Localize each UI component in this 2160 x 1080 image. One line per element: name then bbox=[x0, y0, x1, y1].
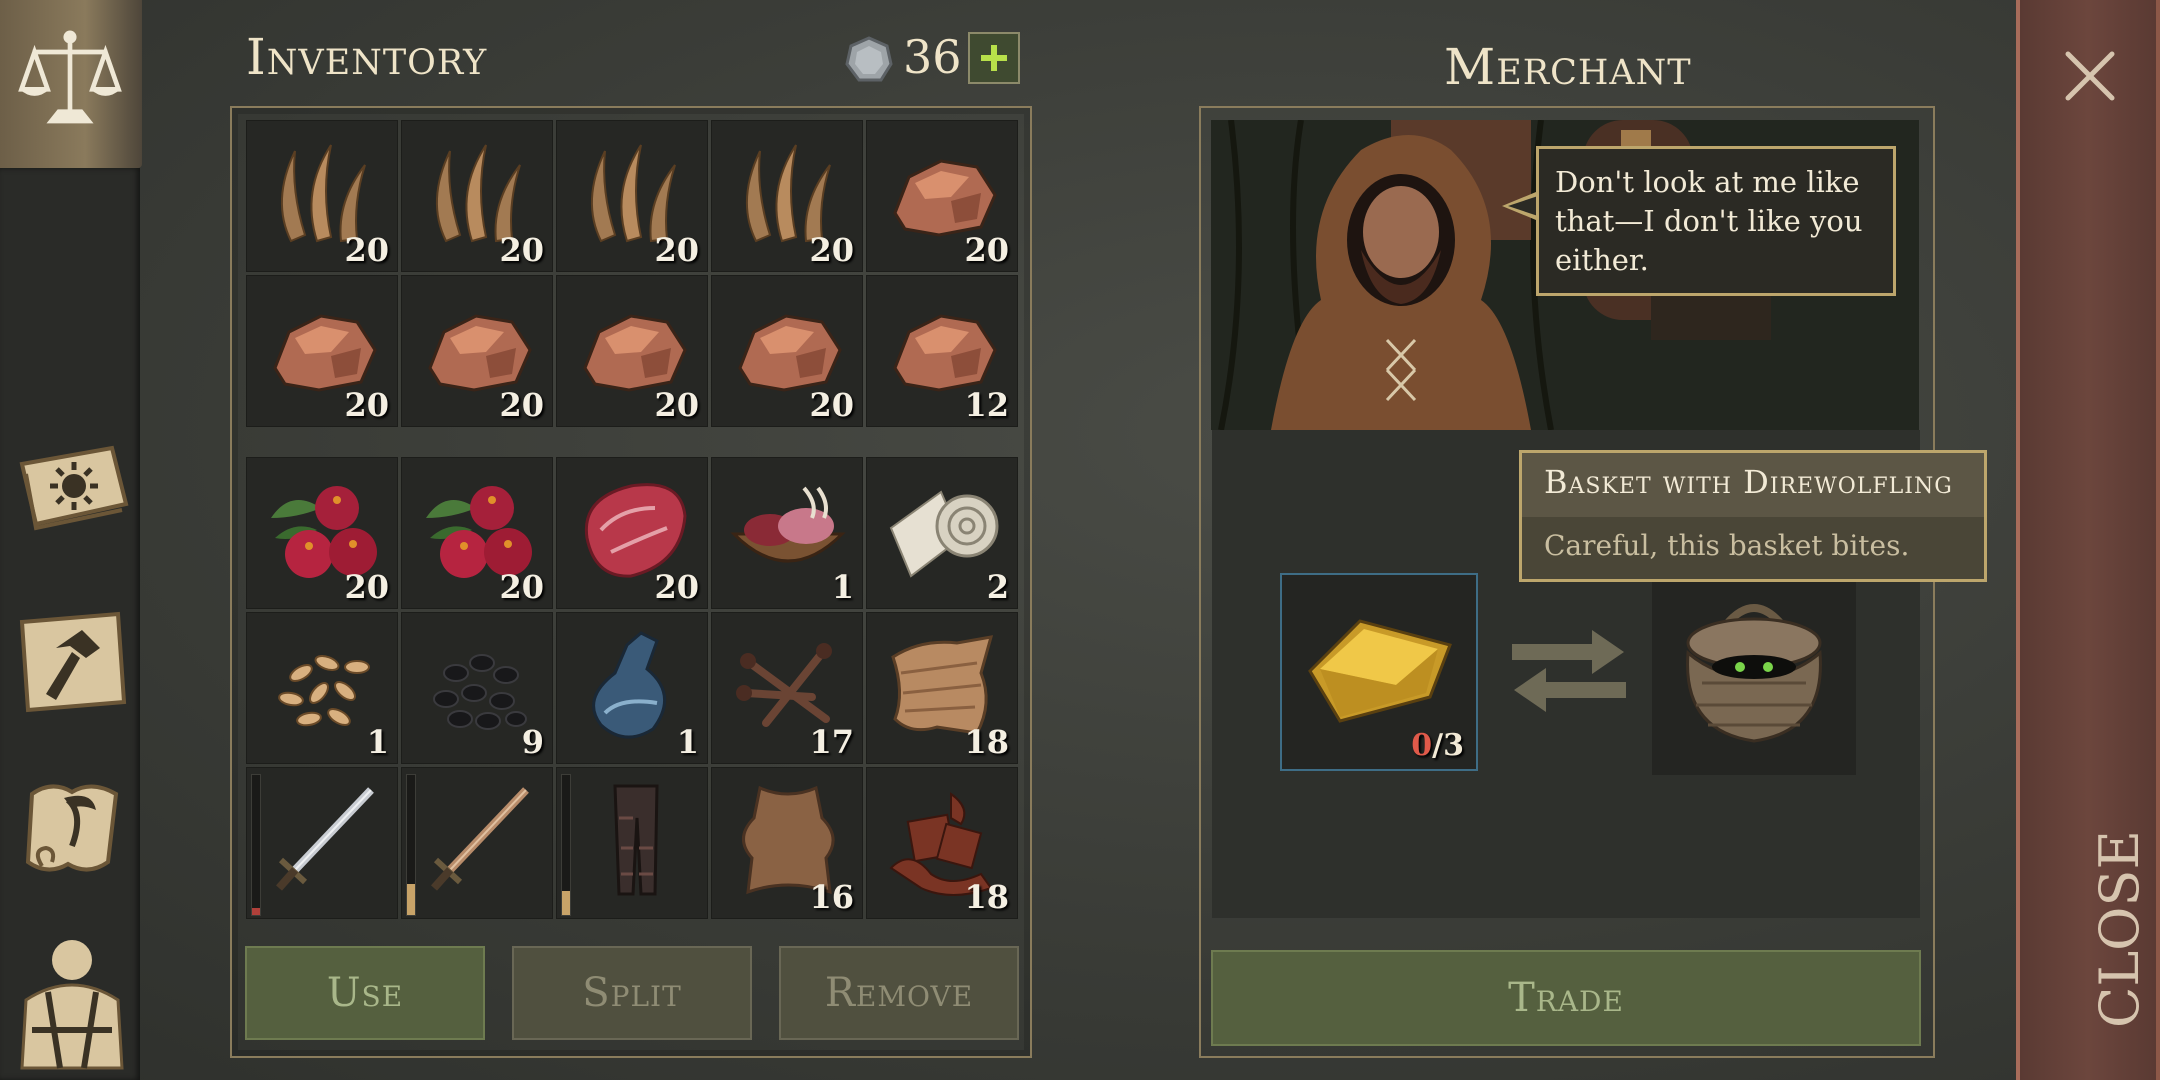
use-button[interactable]: Use bbox=[245, 946, 485, 1040]
silver-coin-icon bbox=[845, 36, 893, 82]
inventory-slot-raw-meat[interactable]: 20 bbox=[556, 457, 708, 609]
inventory-slot-hide[interactable]: 16 bbox=[711, 767, 863, 919]
inventory-slot-berries[interactable]: 20 bbox=[401, 457, 553, 609]
quest-scroll-icon[interactable] bbox=[12, 770, 132, 890]
item-quantity: 20 bbox=[499, 386, 544, 424]
inventory-slot-bandage[interactable]: 2 bbox=[866, 457, 1018, 609]
item-quantity: 9 bbox=[521, 723, 544, 761]
inventory-title: Inventory bbox=[246, 28, 488, 86]
scales-icon bbox=[18, 30, 122, 124]
inventory-slot-coal[interactable]: 9 bbox=[401, 612, 553, 764]
gold-bar-icon bbox=[1308, 619, 1452, 723]
item-quantity: 1 bbox=[676, 723, 699, 761]
inventory-slot-nails[interactable]: 17 bbox=[711, 612, 863, 764]
inventory-slot-leather-pants[interactable] bbox=[556, 767, 708, 919]
copper-sword-icon bbox=[416, 778, 540, 902]
inventory-slot-copper-ore[interactable]: 20 bbox=[246, 275, 398, 427]
item-quantity: 20 bbox=[344, 386, 389, 424]
item-quantity: 20 bbox=[499, 568, 544, 606]
speech-bubble-tail-inner bbox=[1508, 196, 1538, 216]
durability-bar bbox=[251, 774, 261, 916]
inventory-slot-flask[interactable]: 1 bbox=[556, 612, 708, 764]
inventory-slot-cloth[interactable]: 18 bbox=[866, 612, 1018, 764]
inventory-slot-fiber[interactable]: 20 bbox=[711, 120, 863, 272]
trade-tab[interactable] bbox=[0, 0, 142, 168]
journal-book-icon[interactable] bbox=[12, 424, 132, 544]
price-requirement: 0/3 bbox=[1411, 728, 1464, 763]
item-quantity: 20 bbox=[964, 231, 1009, 269]
item-quantity: 20 bbox=[499, 231, 544, 269]
durability-bar bbox=[406, 774, 416, 916]
basket-with-direwolfling-icon bbox=[1686, 604, 1822, 743]
inventory-slot-copper-ore[interactable]: 20 bbox=[556, 275, 708, 427]
durability-fill bbox=[252, 908, 260, 915]
item-quantity: 20 bbox=[654, 231, 699, 269]
inventory-slot-leather-scraps[interactable]: 18 bbox=[866, 767, 1018, 919]
inventory-slot-copper-ore[interactable]: 20 bbox=[866, 120, 1018, 272]
trade-button[interactable]: Trade bbox=[1211, 950, 1921, 1046]
leather-pants-icon bbox=[571, 778, 695, 902]
inventory-slot-seeds[interactable]: 1 bbox=[246, 612, 398, 764]
offer-slot-basket[interactable] bbox=[1652, 573, 1856, 775]
tooltip-item-name: Basket with Direwolfling bbox=[1522, 453, 1984, 517]
item-quantity: 17 bbox=[809, 723, 854, 761]
durability-bar bbox=[561, 774, 571, 916]
currency-count: 36 bbox=[903, 30, 962, 84]
inventory-slot-steel-sword[interactable] bbox=[246, 767, 398, 919]
inventory-slot-entrails-bowl[interactable]: 1 bbox=[711, 457, 863, 609]
remove-button[interactable]: Remove bbox=[779, 946, 1019, 1040]
inventory-slot-copper-ore[interactable]: 12 bbox=[866, 275, 1018, 427]
crafting-hammer-icon[interactable] bbox=[12, 602, 132, 722]
item-quantity: 20 bbox=[809, 231, 854, 269]
merchant-title: Merchant bbox=[1444, 38, 1692, 96]
item-quantity: 18 bbox=[964, 878, 1009, 916]
item-quantity: 1 bbox=[831, 568, 854, 606]
inventory-slot-berries[interactable]: 20 bbox=[246, 457, 398, 609]
item-quantity: 2 bbox=[986, 568, 1009, 606]
inventory-slot-fiber[interactable]: 20 bbox=[246, 120, 398, 272]
item-quantity: 20 bbox=[809, 386, 854, 424]
price-have: 0 bbox=[1411, 728, 1433, 763]
steel-sword-icon bbox=[261, 778, 385, 902]
item-tooltip: Basket with Direwolfling Careful, this b… bbox=[1519, 450, 1987, 582]
inventory-slot-fiber[interactable]: 20 bbox=[401, 120, 553, 272]
add-currency-button[interactable] bbox=[968, 32, 1020, 84]
tooltip-item-description: Careful, this basket bites. bbox=[1544, 529, 1910, 562]
price-slot-gold[interactable]: 0/3 bbox=[1280, 573, 1478, 771]
inventory-grid-items: 20 20 20 1 2 1 9 1 17 18 16 18 bbox=[246, 457, 1018, 919]
item-quantity: 20 bbox=[654, 386, 699, 424]
split-button[interactable]: Split bbox=[512, 946, 752, 1040]
inventory-slot-copper-ore[interactable]: 20 bbox=[401, 275, 553, 427]
close-label[interactable]: CLOSE bbox=[2088, 830, 2151, 1028]
close-icon[interactable] bbox=[2062, 48, 2118, 104]
item-quantity: 20 bbox=[654, 568, 699, 606]
merchant-speech-bubble: Don't look at me like that—I don't like … bbox=[1536, 146, 1896, 296]
durability-fill bbox=[407, 884, 415, 915]
item-quantity: 16 bbox=[809, 878, 854, 916]
price-need: /3 bbox=[1432, 728, 1464, 763]
inventory-slot-copper-sword[interactable] bbox=[401, 767, 553, 919]
item-quantity: 18 bbox=[964, 723, 1009, 761]
inventory-slot-copper-ore[interactable]: 20 bbox=[711, 275, 863, 427]
item-quantity: 20 bbox=[344, 568, 389, 606]
character-backpack-icon[interactable] bbox=[12, 930, 132, 1070]
item-quantity: 12 bbox=[964, 386, 1009, 424]
exchange-arrows-icon bbox=[1512, 630, 1626, 712]
item-quantity: 20 bbox=[344, 231, 389, 269]
item-quantity: 1 bbox=[366, 723, 389, 761]
inventory-slot-fiber[interactable]: 20 bbox=[556, 120, 708, 272]
durability-fill bbox=[562, 891, 570, 915]
inventory-grid-resources: 20 20 20 20 20 20 20 20 20 12 bbox=[246, 120, 1018, 427]
